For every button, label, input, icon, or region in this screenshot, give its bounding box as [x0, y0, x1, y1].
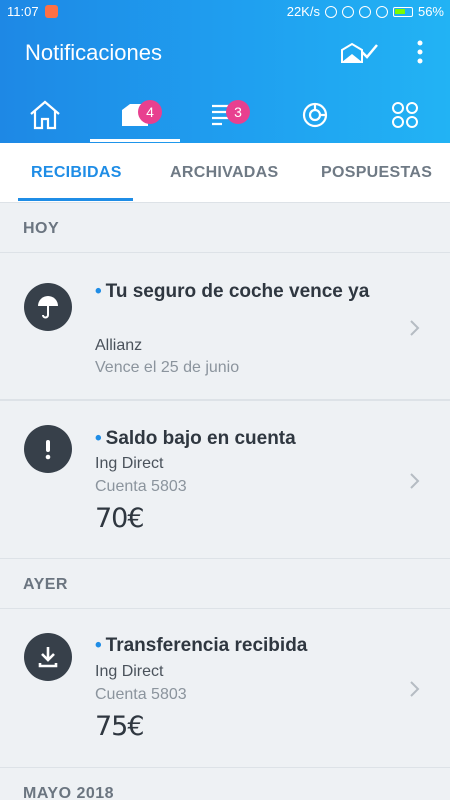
notification-title: • Saldo bajo en cuenta	[95, 428, 296, 449]
tab-more[interactable]	[360, 86, 450, 143]
tab-notifications[interactable]: 4	[90, 86, 180, 143]
mute-icon	[341, 5, 354, 18]
alert-icon	[24, 425, 72, 473]
chevron-right-icon	[410, 320, 420, 336]
section-title: AYER	[23, 576, 68, 593]
chevron-right-icon	[410, 681, 420, 697]
notification-title: • Transferencia recibida	[95, 635, 308, 656]
notification-detail: Vence el 25 de junio	[95, 359, 240, 376]
wifi-icon	[375, 5, 388, 18]
donut-chart-icon	[302, 102, 328, 127]
subtab-received[interactable]: RECIBIDAS	[31, 143, 122, 203]
more-options-icon[interactable]	[410, 40, 430, 64]
notification-card-transfer[interactable]: • Transferencia recibida Ing Direct Cuent…	[0, 608, 450, 768]
section-header-today: HOY	[0, 204, 450, 254]
unread-dot: •	[95, 281, 102, 302]
tab-movements[interactable]: 3	[180, 86, 270, 143]
tab-analysis[interactable]	[270, 86, 360, 143]
app-notification-icon	[45, 5, 58, 18]
mark-all-read-icon[interactable]	[340, 40, 380, 64]
notification-detail: Cuenta 5803	[95, 686, 187, 703]
alarm-icon	[358, 5, 371, 18]
app-header: 11:07 22K/s 56% Notificaciones 4 3	[0, 0, 450, 143]
download-icon	[24, 633, 72, 681]
notification-issuer: Allianz	[95, 337, 143, 354]
notification-issuer: Ing Direct	[95, 663, 164, 680]
notification-title: • Tu seguro de coche vence ya	[95, 281, 370, 302]
page-title: Notificaciones	[25, 40, 162, 65]
unread-dot: •	[95, 428, 102, 449]
notification-issuer: Ing Direct	[95, 455, 164, 472]
notification-detail: Cuenta 5803	[95, 478, 187, 495]
notification-card-low-balance[interactable]: • Saldo bajo en cuenta Ing Direct Cuenta …	[0, 400, 450, 559]
battery-level: 56%	[417, 4, 444, 19]
section-header-may-2018: MAYO 2018	[0, 769, 450, 800]
grid-menu-icon	[392, 101, 418, 128]
subtab-postponed[interactable]: POSPUESTAS	[321, 143, 432, 203]
active-tab-indicator	[90, 139, 180, 142]
status-bar: 11:07 22K/s 56%	[0, 0, 450, 24]
notification-amount: 70€	[95, 503, 145, 534]
headphone-icon	[324, 5, 337, 18]
main-tab-bar: 4 3	[0, 86, 450, 143]
tab-home[interactable]	[0, 86, 90, 143]
network-speed: 22K/s	[286, 4, 320, 19]
section-title: MAYO 2018	[23, 785, 115, 800]
notification-filter-tabs: RECIBIDAS ARCHIVADAS POSPUESTAS	[0, 143, 450, 203]
home-icon	[30, 100, 60, 129]
umbrella-icon	[24, 283, 72, 331]
notifications-badge: 4	[138, 100, 162, 124]
battery-icon	[392, 6, 413, 17]
section-title: HOY	[23, 220, 60, 237]
subtab-underline	[18, 198, 133, 201]
status-time: 11:07	[7, 4, 39, 19]
unread-dot: •	[95, 635, 102, 656]
notification-amount: 75€	[95, 711, 145, 742]
movements-badge: 3	[226, 100, 250, 124]
chevron-right-icon	[410, 473, 420, 489]
notification-card-insurance[interactable]: • Tu seguro de coche vence ya Allianz Ven…	[0, 252, 450, 400]
section-header-yesterday: AYER	[0, 560, 450, 610]
subtab-archived[interactable]: ARCHIVADAS	[170, 143, 278, 203]
